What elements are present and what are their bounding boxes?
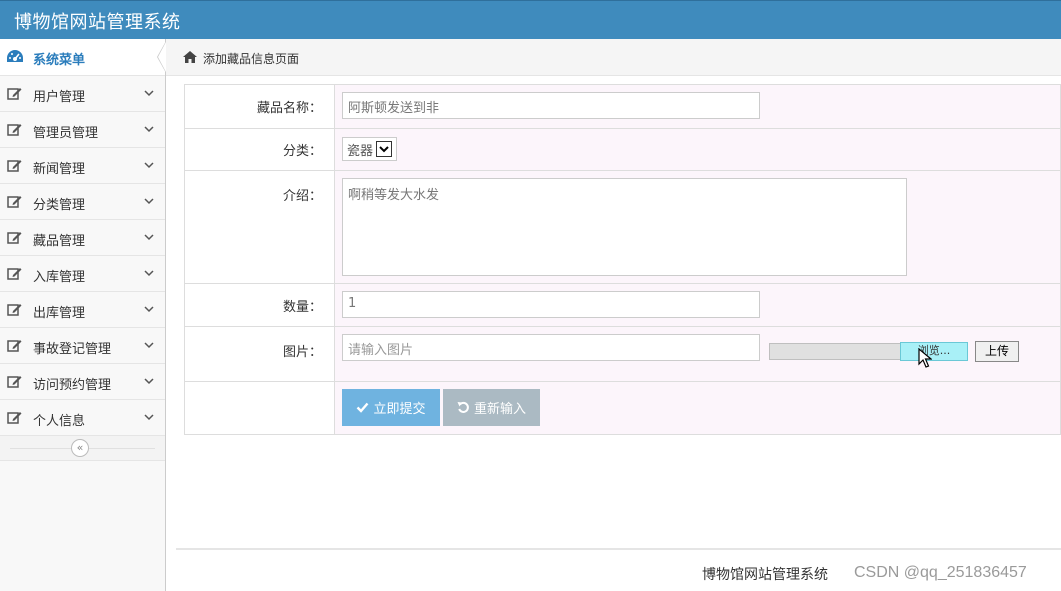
browse-button[interactable]: 浏览... bbox=[900, 342, 968, 361]
submit-button[interactable]: 立即提交 bbox=[342, 389, 440, 426]
actions-label-cell bbox=[184, 381, 335, 435]
sidebar-item-admins[interactable]: 管理员管理 bbox=[0, 112, 165, 148]
sidebar-header: 系统菜单 bbox=[0, 39, 166, 76]
sidebar-item-label: 出库管理 bbox=[33, 306, 86, 321]
sidebar-collapse-button[interactable]: « bbox=[71, 439, 89, 457]
sidebar-collapse-row: « bbox=[0, 436, 165, 461]
form-row-actions: 立即提交 重新输入 bbox=[184, 381, 1061, 435]
reset-button[interactable]: 重新输入 bbox=[443, 389, 540, 426]
sidebar-item-label: 访问预约管理 bbox=[33, 378, 112, 393]
dropdown-arrow-icon[interactable] bbox=[376, 141, 393, 157]
sidebar: 系统菜单 用户管理 管理员管理 新闻管理 分类管理 藏品管理 入库管理 出库管理 bbox=[0, 39, 166, 591]
edit-icon bbox=[7, 304, 22, 316]
breadcrumb: 添加藏品信息页面 bbox=[166, 39, 1061, 76]
quantity-input[interactable]: 1 bbox=[342, 291, 760, 318]
breadcrumb-current: 添加藏品信息页面 bbox=[203, 52, 300, 66]
intro-label: 介绍： bbox=[184, 170, 335, 284]
edit-icon bbox=[7, 124, 22, 136]
sidebar-item-outbound[interactable]: 出库管理 bbox=[0, 292, 165, 328]
upload-button[interactable]: 上传 bbox=[975, 341, 1019, 362]
edit-icon bbox=[7, 232, 22, 244]
edit-icon bbox=[7, 376, 22, 388]
chevron-down-icon bbox=[144, 126, 154, 133]
undo-icon bbox=[457, 401, 469, 413]
category-label: 分类： bbox=[184, 128, 335, 171]
image-cell: 请输入图片 浏览... 上传 bbox=[334, 326, 1061, 382]
reset-button-label: 重新输入 bbox=[473, 402, 526, 417]
edit-icon bbox=[7, 160, 22, 172]
dashboard-icon bbox=[7, 50, 23, 62]
sidebar-item-profile[interactable]: 个人信息 bbox=[0, 400, 165, 436]
sidebar-item-categories[interactable]: 分类管理 bbox=[0, 184, 165, 220]
sidebar-header-label: 系统菜单 bbox=[33, 53, 86, 68]
chevron-down-icon bbox=[144, 378, 154, 385]
quantity-label: 数量： bbox=[184, 283, 335, 327]
sidebar-item-incidents[interactable]: 事故登记管理 bbox=[0, 328, 165, 364]
sidebar-item-label: 新闻管理 bbox=[33, 162, 86, 177]
footer-text: 博物馆网站管理系统 bbox=[702, 567, 828, 583]
chevron-down-icon bbox=[144, 306, 154, 313]
active-marker-inner bbox=[158, 42, 166, 72]
chevron-down-icon bbox=[144, 234, 154, 241]
image-input[interactable]: 请输入图片 bbox=[342, 334, 760, 361]
form-row-intro: 介绍： 啊稍等发大水发 bbox=[184, 170, 1061, 284]
top-navbar: 博物馆网站管理系统 bbox=[0, 0, 1061, 39]
edit-icon bbox=[7, 340, 22, 352]
sidebar-item-label: 分类管理 bbox=[33, 198, 86, 213]
watermark: CSDN @qq_251836457 bbox=[854, 564, 1027, 581]
name-input[interactable]: 阿斯顿发送到非 bbox=[342, 92, 760, 119]
edit-icon bbox=[7, 196, 22, 208]
chevron-down-icon bbox=[144, 270, 154, 277]
sidebar-item-label: 用户管理 bbox=[33, 90, 86, 105]
chevron-down-icon bbox=[144, 90, 154, 97]
mouse-cursor-icon bbox=[918, 348, 932, 368]
actions-cell: 立即提交 重新输入 bbox=[334, 381, 1061, 435]
category-select[interactable]: 瓷器 bbox=[342, 137, 398, 161]
add-collection-form: 藏品名称： 阿斯顿发送到非 分类： 瓷器 介绍： 啊稍等发大水发 数量： 1 图… bbox=[184, 84, 1061, 435]
submit-button-label: 立即提交 bbox=[373, 402, 426, 417]
sidebar-item-inbound[interactable]: 入库管理 bbox=[0, 256, 165, 292]
name-label: 藏品名称： bbox=[184, 84, 335, 129]
sidebar-item-label: 藏品管理 bbox=[33, 234, 86, 249]
sidebar-item-collections[interactable]: 藏品管理 bbox=[0, 220, 165, 256]
quantity-cell: 1 bbox=[334, 283, 1061, 327]
footer-divider bbox=[176, 548, 1061, 550]
edit-icon bbox=[7, 88, 22, 100]
chevron-down-icon bbox=[144, 198, 154, 205]
chevron-down-icon bbox=[144, 414, 154, 421]
category-selected-value: 瓷器 bbox=[347, 143, 374, 159]
edit-icon bbox=[7, 268, 22, 280]
sidebar-item-label: 个人信息 bbox=[33, 414, 86, 429]
intro-textarea[interactable]: 啊稍等发大水发 bbox=[342, 178, 907, 276]
form-row-category: 分类： 瓷器 bbox=[184, 128, 1061, 171]
name-cell: 阿斯顿发送到非 bbox=[334, 84, 1061, 129]
sidebar-item-news[interactable]: 新闻管理 bbox=[0, 148, 165, 184]
sidebar-item-label: 管理员管理 bbox=[33, 126, 99, 141]
app-title: 博物馆网站管理系统 bbox=[14, 12, 181, 33]
home-icon[interactable] bbox=[182, 50, 198, 64]
intro-cell: 啊稍等发大水发 bbox=[334, 170, 1061, 284]
form-row-name: 藏品名称： 阿斯顿发送到非 bbox=[184, 84, 1061, 129]
sidebar-item-label: 入库管理 bbox=[33, 270, 86, 285]
sidebar-item-label: 事故登记管理 bbox=[33, 342, 112, 357]
image-label: 图片： bbox=[184, 326, 335, 382]
chevron-down-icon bbox=[144, 162, 154, 169]
form-row-quantity: 数量： 1 bbox=[184, 283, 1061, 327]
edit-icon bbox=[7, 412, 22, 424]
category-cell: 瓷器 bbox=[334, 128, 1061, 171]
check-icon bbox=[357, 402, 369, 413]
sidebar-item-visits[interactable]: 访问预约管理 bbox=[0, 364, 165, 400]
chevron-down-icon bbox=[144, 342, 154, 349]
sidebar-item-users[interactable]: 用户管理 bbox=[0, 76, 165, 112]
form-row-image: 图片： 请输入图片 浏览... 上传 bbox=[184, 326, 1061, 382]
